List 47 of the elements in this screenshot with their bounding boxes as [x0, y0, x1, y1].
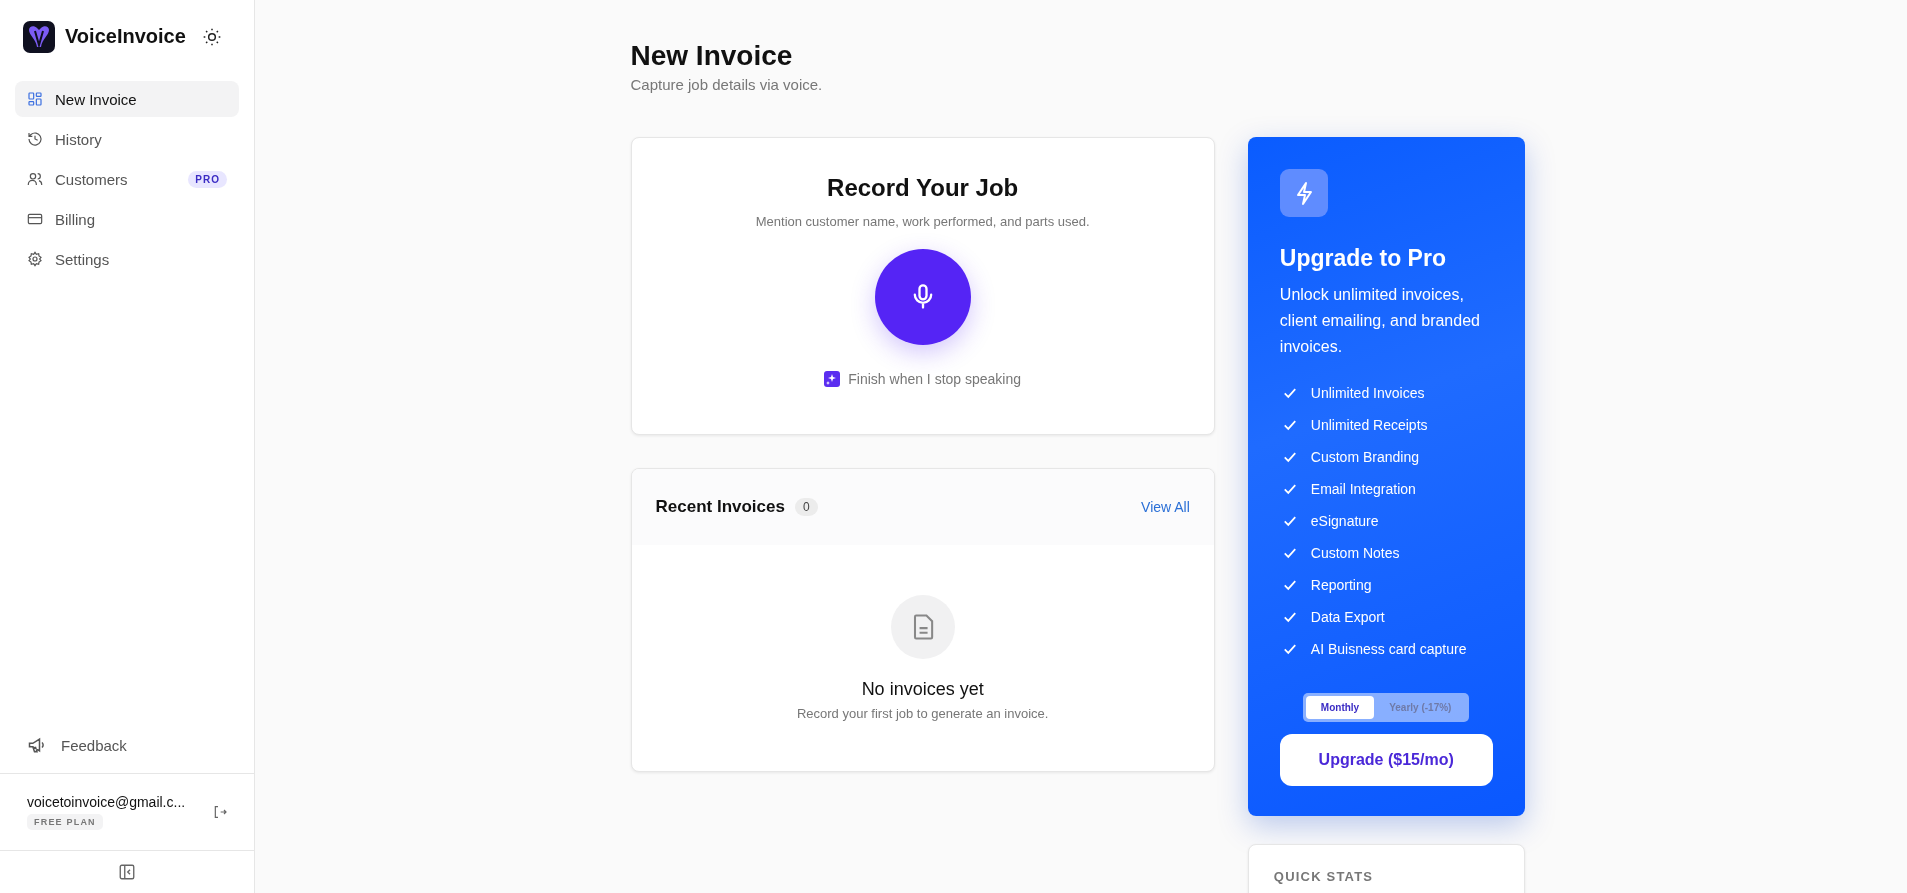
record-hint: Mention customer name, work performed, and parts used.	[755, 214, 1090, 229]
feature-item: Email Integration	[1310, 480, 1416, 497]
billing-option[interactable]: Monthly	[1305, 696, 1375, 719]
auto-finish-checkbox[interactable]	[824, 371, 841, 387]
page-subtitle: Capture job details via voice.	[630, 76, 824, 93]
plan-badge: FREE PLAN	[27, 814, 103, 830]
nav-item[interactable]: Settings	[15, 241, 239, 277]
feature-item: eSignature	[1310, 512, 1379, 529]
nav-item[interactable]: Customers PRO	[15, 161, 239, 197]
nav-icon	[27, 211, 43, 227]
account-email: voicetoinvoice@gmail.c...	[27, 794, 186, 810]
feature-item: Unlimited Invoices	[1310, 384, 1425, 401]
document-icon	[890, 595, 955, 659]
feature-item: Reporting	[1310, 576, 1372, 593]
record-title: Record Your Job	[827, 174, 1019, 202]
megaphone-icon	[27, 735, 47, 755]
nav-icon	[27, 171, 43, 187]
logout-icon[interactable]	[212, 804, 228, 820]
nav-icon	[27, 251, 43, 267]
nav-item[interactable]: New Invoice	[15, 81, 239, 117]
sun-icon[interactable]	[201, 26, 222, 47]
nav-icon	[27, 91, 43, 107]
pro-badge: PRO	[188, 170, 227, 188]
upgrade-text: Unlock unlimited invoices, client emailing, and branded invoices.	[1279, 285, 1481, 357]
nav-icon	[27, 131, 43, 147]
collapse-sidebar-icon[interactable]	[118, 863, 136, 881]
lightning-icon	[1279, 169, 1328, 217]
empty-title: No invoices yet	[861, 679, 984, 700]
feature-item: AI Buisness card capture	[1310, 640, 1467, 657]
feature-item: Custom Branding	[1310, 448, 1419, 465]
count-badge: 0	[794, 498, 818, 516]
nav-item[interactable]: Billing	[15, 201, 239, 237]
feature-item: Custom Notes	[1310, 544, 1400, 561]
upgrade-title: Upgrade to Pro	[1279, 245, 1447, 272]
empty-text: Record your first job to generate an invoice.	[796, 706, 1049, 721]
quick-stats-title: QUICK STATS	[1273, 869, 1374, 884]
logo-icon	[23, 20, 55, 53]
auto-finish-label: Finish when I stop speaking	[848, 371, 1022, 387]
feature-item: Data Export	[1310, 608, 1385, 625]
page-title: New Invoice	[630, 40, 794, 72]
nav-item[interactable]: History	[15, 121, 239, 157]
feature-item: Unlimited Receipts	[1310, 416, 1428, 433]
feedback-link[interactable]: Feedback	[0, 733, 254, 773]
recent-title: Recent Invoices	[655, 497, 785, 517]
view-all-link[interactable]: View All	[1141, 499, 1190, 515]
upgrade-button[interactable]: Upgrade ($15/mo)	[1279, 734, 1493, 786]
brand-name: VoiceInvoice	[65, 25, 186, 48]
